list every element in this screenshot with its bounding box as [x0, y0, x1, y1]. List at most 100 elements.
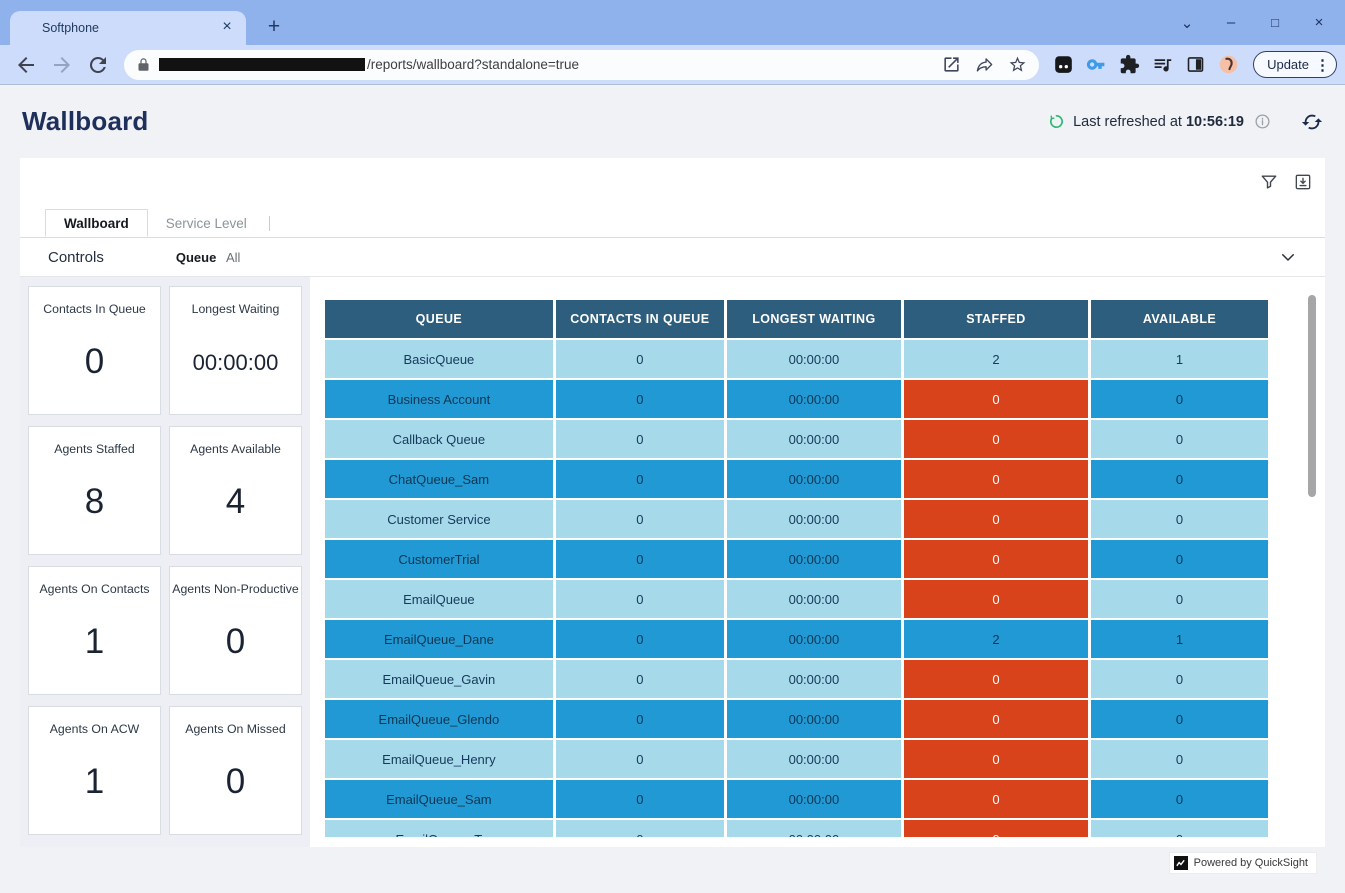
kpi-card-longest-waiting: Longest Waiting00:00:00: [169, 286, 302, 415]
table-row[interactable]: Customer Service000:00:0000: [324, 499, 1270, 539]
extension-dots-icon[interactable]: [1053, 54, 1074, 75]
browser-menu-icon[interactable]: ⋮: [1315, 56, 1330, 74]
table-cell: 0: [555, 659, 725, 699]
table-cell: 00:00:00: [726, 539, 902, 579]
update-button[interactable]: Update ⋮: [1253, 51, 1337, 78]
table-cell: 00:00:00: [726, 699, 902, 739]
table-cell: LONGEST WAITING: [726, 299, 902, 339]
maximize-button[interactable]: □: [1265, 15, 1285, 30]
browser-titlebar: Softphone × + ⌄ – □ ×: [0, 0, 1345, 45]
table-cell: 0: [903, 459, 1089, 499]
table-row[interactable]: EmailQueue_Gavin000:00:0000: [324, 659, 1270, 699]
kpi-card-agents-staffed: Agents Staffed8: [28, 426, 161, 555]
table-row[interactable]: CustomerTrial000:00:0000: [324, 539, 1270, 579]
queue-filter-control[interactable]: Queue All: [176, 250, 241, 265]
extensions-puzzle-icon[interactable]: [1119, 54, 1140, 75]
table-cell: EmailQueue_T: [324, 819, 554, 837]
kpi-value: 0: [226, 762, 245, 802]
table-cell: CustomerTrial: [324, 539, 554, 579]
tab-divider: [269, 216, 270, 231]
table-cell: 0: [555, 539, 725, 579]
table-cell: 00:00:00: [726, 819, 902, 837]
info-icon[interactable]: [1254, 113, 1271, 130]
kpi-grid: Contacts In Queue 0 Longest Waiting00:00:0…: [20, 277, 310, 847]
table-cell: 0: [555, 339, 725, 379]
tab-title: Softphone: [28, 21, 218, 35]
table-cell: Business Account: [324, 379, 554, 419]
table-scrollbar: [1308, 295, 1316, 819]
controls-collapse-chevron-icon[interactable]: [1279, 248, 1297, 266]
table-cell: EmailQueue_Gavin: [324, 659, 554, 699]
table-cell: 00:00:00: [726, 379, 902, 419]
table-cell: 0: [1090, 379, 1269, 419]
table-cell: EmailQueue_Glendo: [324, 699, 554, 739]
table-cell: CONTACTS IN QUEUE: [555, 299, 725, 339]
bookmark-star-icon[interactable]: [1008, 55, 1027, 74]
table-cell: 0: [903, 579, 1089, 619]
table-cell: EmailQueue: [324, 579, 554, 619]
table-cell: 00:00:00: [726, 579, 902, 619]
key-extension-icon[interactable]: [1086, 54, 1107, 75]
table-cell: 0: [555, 819, 725, 837]
kpi-label: Contacts In Queue: [43, 302, 146, 316]
table-row[interactable]: ChatQueue_Sam000:00:0000: [324, 459, 1270, 499]
kpi-label: Agents On ACW: [50, 722, 140, 736]
share-icon[interactable]: [975, 55, 994, 74]
new-tab-button[interactable]: +: [262, 16, 286, 40]
tab-search-chevron-icon[interactable]: ⌄: [1177, 14, 1197, 32]
open-in-new-icon[interactable]: [942, 55, 961, 74]
table-cell: 0: [1090, 659, 1269, 699]
tab-close-icon[interactable]: ×: [218, 19, 236, 37]
queue-table: QUEUECONTACTS IN QUEUELONGEST WAITINGSTA…: [324, 299, 1270, 837]
filter-icon[interactable]: [1259, 172, 1279, 192]
address-bar[interactable]: /reports/wallboard?standalone=true: [124, 50, 1039, 80]
table-row[interactable]: EmailQueue_Glendo000:00:0000: [324, 699, 1270, 739]
table-cell: 0: [1090, 579, 1269, 619]
export-icon[interactable]: [1293, 172, 1313, 192]
kpi-label: Agents Non-Productive: [172, 582, 298, 596]
table-cell: 1: [1090, 339, 1269, 379]
tab-wallboard[interactable]: Wallboard: [45, 209, 148, 237]
refresh-icon[interactable]: [1301, 111, 1323, 133]
forward-icon[interactable]: [50, 53, 74, 77]
table-cell: 0: [555, 459, 725, 499]
page-title: Wallboard: [22, 106, 149, 137]
kpi-card-agents-non-productive: Agents Non-Productive0: [169, 566, 302, 695]
back-icon[interactable]: [14, 53, 38, 77]
table-cell: 0: [1090, 539, 1269, 579]
table-row[interactable]: EmailQueue000:00:0000: [324, 579, 1270, 619]
table-row[interactable]: Callback Queue000:00:0000: [324, 419, 1270, 459]
table-row[interactable]: EmailQueue_Henry000:00:0000: [324, 739, 1270, 779]
table-cell: 0: [555, 779, 725, 819]
table-row[interactable]: EmailQueue_T000:00:0000: [324, 819, 1270, 837]
table-cell: Callback Queue: [324, 419, 554, 459]
table-row[interactable]: EmailQueue_Dane000:00:0021: [324, 619, 1270, 659]
close-window-button[interactable]: ×: [1309, 14, 1329, 31]
browser-tab[interactable]: Softphone ×: [10, 11, 246, 45]
table-row[interactable]: EmailQueue_Sam000:00:0000: [324, 779, 1270, 819]
kpi-value: 8: [85, 482, 104, 522]
table-cell: 0: [555, 619, 725, 659]
kpi-value: 4: [226, 482, 245, 522]
reload-icon[interactable]: [86, 53, 110, 77]
minimize-button[interactable]: –: [1221, 14, 1241, 31]
table-cell: Customer Service: [324, 499, 554, 539]
table-scrollbar-thumb[interactable]: [1308, 295, 1316, 497]
playlist-extension-icon[interactable]: [1152, 54, 1173, 75]
table-row[interactable]: BasicQueue000:00:0021: [324, 339, 1270, 379]
kpi-value: 0: [85, 342, 104, 382]
table-cell: EmailQueue_Sam: [324, 779, 554, 819]
tab-service-level[interactable]: Service Level: [148, 209, 265, 237]
contrast-extension-icon[interactable]: [1185, 54, 1206, 75]
table-cell: 0: [903, 659, 1089, 699]
table-cell: 0: [1090, 499, 1269, 539]
table-row[interactable]: Business Account000:00:0000: [324, 379, 1270, 419]
table-cell: 0: [903, 379, 1089, 419]
kpi-label: Longest Waiting: [192, 302, 280, 316]
kpi-label: Agents On Missed: [185, 722, 285, 736]
powered-by-quicksight-badge[interactable]: Powered by QuickSight: [1169, 852, 1317, 874]
auto-refresh-timer-icon: [1048, 113, 1065, 130]
profile-avatar[interactable]: [1218, 54, 1239, 75]
kpi-label: Agents On Contacts: [39, 582, 149, 596]
table-cell: 00:00:00: [726, 499, 902, 539]
